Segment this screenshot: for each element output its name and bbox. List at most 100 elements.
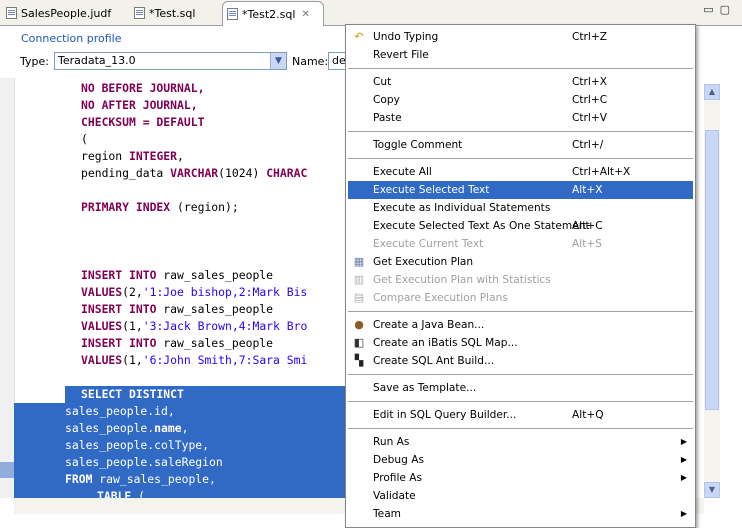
menu-item-execute-current-text: Execute Current Text Alt+S <box>348 235 693 253</box>
sql-code-area[interactable]: NO BEFORE JOURNAL, NO AFTER JOURNAL, CHECK… <box>14 78 346 498</box>
menu-item-label: Get Execution Plan <box>373 256 474 268</box>
sql-keyword: PRIMARY INDEX <box>81 200 171 214</box>
tab-test-sql[interactable]: *Test.sql <box>130 2 195 24</box>
execution-plan-stats-icon: ▥ <box>353 273 365 286</box>
chevron-down-icon[interactable]: ▼ <box>270 53 286 69</box>
menu-item-label: Execute Selected Text <box>373 184 490 196</box>
menu-item-label: Run As <box>373 436 410 448</box>
type-combo-value: Teradata_13.0 <box>58 54 136 67</box>
submenu-arrow-icon: ▶ <box>680 455 687 464</box>
menu-separator <box>348 311 693 312</box>
menu-item-undo-typing[interactable]: ↶ Undo Typing Ctrl+Z <box>348 28 693 46</box>
sql-keyword: SELECT DISTINCT <box>81 387 184 401</box>
menu-item-label: Team <box>373 508 401 520</box>
scroll-thumb[interactable] <box>705 130 719 410</box>
menu-item-paste[interactable]: Paste Ctrl+V <box>348 109 693 127</box>
tab-test2-sql[interactable]: *Test2.sql ✕ <box>222 1 324 26</box>
sql-keyword: NO AFTER JOURNAL, <box>81 98 198 112</box>
sql-keyword: VALUES <box>81 319 123 333</box>
window-controls[interactable]: ▭▢ <box>703 3 736 16</box>
sql-file-icon <box>227 8 238 20</box>
close-icon[interactable]: ✕ <box>301 9 309 20</box>
tab-label: *Test2.sql <box>242 7 296 21</box>
code-text: raw_sales_people <box>156 302 274 316</box>
menu-item-create-sql-ant-build[interactable]: ▚ Create SQL Ant Build... <box>348 352 693 370</box>
vertical-scrollbar[interactable]: ▲ ▼ <box>704 84 720 498</box>
code-text: raw_sales_people, <box>92 472 216 486</box>
code-line: VALUES(2,'1:Joe bishop,2:Mark Bis <box>14 284 346 301</box>
tab-label: SalesPeople.judf <box>21 6 112 20</box>
menu-item-shortcut: Ctrl+Alt+X <box>572 166 631 178</box>
menu-item-edit-in-sql-query-builder[interactable]: Edit in SQL Query Builder... Alt+Q <box>348 406 693 424</box>
java-bean-icon: ● <box>354 318 364 331</box>
code-line: ( <box>14 131 346 148</box>
compare-plans-icon: ▤ <box>353 291 365 304</box>
editor-tab-bar: SalesPeople.judf *Test.sql *Test2.sql ✕ … <box>0 0 742 26</box>
menu-separator <box>348 68 693 69</box>
type-combo[interactable]: Teradata_13.0 ▼ <box>54 52 287 70</box>
menu-item-copy[interactable]: Copy Ctrl+C <box>348 91 693 109</box>
menu-item-execute-all[interactable]: Execute All Ctrl+Alt+X <box>348 163 693 181</box>
menu-item-execute-selected-text[interactable]: Execute Selected Text Alt+X <box>348 181 693 199</box>
menu-item-toggle-comment[interactable]: Toggle Comment Ctrl+/ <box>348 136 693 154</box>
code-text: (region); <box>170 200 239 214</box>
ibatis-icon: ◧ <box>353 336 365 349</box>
menu-item-label: Toggle Comment <box>373 139 463 151</box>
tab-salespeople-judf[interactable]: SalesPeople.judf <box>2 2 111 24</box>
menu-item-validate[interactable]: Validate <box>348 487 693 505</box>
ant-build-icon: ▚ <box>354 354 364 367</box>
code-line: CHECKSUM = DEFAULT <box>14 114 346 131</box>
menu-item-label: Paste <box>373 112 402 124</box>
menu-item-get-execution-plan[interactable]: ▦ Get Execution Plan <box>348 253 693 271</box>
menu-separator <box>348 428 693 429</box>
code-line: NO BEFORE JOURNAL, <box>14 80 346 97</box>
menu-item-run-as[interactable]: Run As ▶ <box>348 433 693 451</box>
connection-profile-group: Connection profile Type: Teradata_13.0 ▼… <box>14 31 348 75</box>
selection-marker <box>0 462 14 478</box>
menu-item-label: Execute All <box>373 166 432 178</box>
sql-keyword: NO BEFORE JOURNAL, <box>81 81 205 95</box>
connection-profile-legend: Connection profile <box>21 32 122 45</box>
menu-item-team[interactable]: Team ▶ <box>348 505 693 523</box>
sql-keyword: INSERT INTO <box>81 302 157 316</box>
menu-item-debug-as[interactable]: Debug As ▶ <box>348 451 693 469</box>
menu-separator <box>348 158 693 159</box>
submenu-arrow-icon: ▶ <box>680 509 687 518</box>
maximize-icon[interactable]: ▢ <box>720 3 736 16</box>
minimize-icon[interactable]: ▭ <box>703 3 719 16</box>
execution-plan-icon: ▦ <box>353 255 365 268</box>
sql-keyword: VARCHAR <box>170 166 219 180</box>
code-text: ( <box>131 489 146 498</box>
scroll-up-button[interactable]: ▲ <box>704 84 720 100</box>
menu-item-shortcut: Alt+Q <box>572 409 604 421</box>
code-text: ( <box>81 132 88 146</box>
code-text: sales_people.colType, <box>65 438 210 452</box>
code-text: sales_people.saleRegion <box>65 455 223 469</box>
menu-item-create-a-java-bean[interactable]: ● Create a Java Bean... <box>348 316 693 334</box>
menu-item-create-an-ibatis-sql-map[interactable]: ◧ Create an iBatis SQL Map... <box>348 334 693 352</box>
menu-item-execute-as-individual-statements[interactable]: Execute as Individual Statements <box>348 199 693 217</box>
sql-keyword: TABLE <box>97 489 132 498</box>
menu-item-cut[interactable]: Cut Ctrl+X <box>348 73 693 91</box>
code-line: region INTEGER, <box>14 148 346 165</box>
menu-item-execute-selected-text-as-one-statement[interactable]: Execute Selected Text As One Statement Al… <box>348 217 693 235</box>
sql-keyword: CHECKSUM = DEFAULT <box>81 115 205 129</box>
sql-keyword: INTEGER <box>129 149 178 163</box>
menu-separator <box>348 401 693 402</box>
scroll-down-button[interactable]: ▼ <box>704 482 720 498</box>
sql-keyword: CHARAC <box>266 166 308 180</box>
code-line: sales_people.colType, <box>14 437 346 454</box>
menu-item-revert-file[interactable]: Revert File <box>348 46 693 64</box>
menu-item-save-as-template[interactable]: Save as Template... <box>348 379 693 397</box>
code-text: , <box>181 421 189 435</box>
code-text: (2, <box>122 285 143 299</box>
code-text: , <box>177 149 184 163</box>
code-text: pending_data <box>81 166 171 180</box>
menu-item-profile-as[interactable]: Profile As ▶ <box>348 469 693 487</box>
code-line: pending_data VARCHAR(1024) CHARAC <box>14 165 346 182</box>
sql-keyword: INSERT INTO <box>81 268 157 282</box>
